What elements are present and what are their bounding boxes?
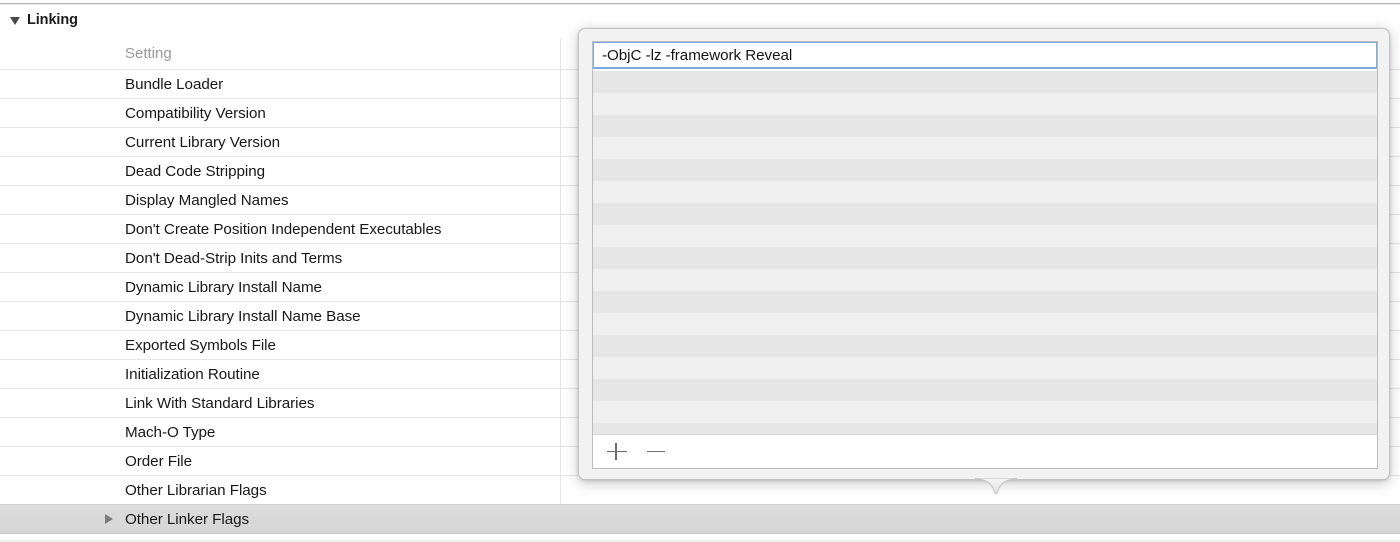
setting-label: Dynamic Library Install Name Base — [125, 307, 361, 325]
setting-label: Link With Standard Libraries — [125, 394, 315, 412]
setting-label: Mach-O Type — [125, 423, 216, 441]
popover-toolbar — [593, 434, 1377, 468]
setting-label: Initialization Routine — [125, 365, 260, 383]
setting-label: Bundle Loader — [125, 75, 224, 93]
top-divider-highlight — [0, 4, 1400, 5]
add-flag-button[interactable] — [604, 439, 630, 465]
column-divider — [560, 447, 561, 475]
disclosure-triangle-right-icon[interactable] — [105, 514, 113, 524]
setting-label: Other Linker Flags — [125, 510, 250, 528]
setting-label: Dead Code Stripping — [125, 162, 266, 180]
column-divider — [560, 331, 561, 359]
column-divider — [560, 389, 561, 417]
column-divider — [560, 273, 561, 301]
remove-flag-button[interactable] — [644, 439, 670, 465]
column-divider — [560, 360, 561, 388]
column-divider — [560, 244, 561, 272]
row-disclosure-slot — [0, 514, 125, 524]
setting-label: Exported Symbols File — [125, 336, 276, 354]
column-divider — [560, 418, 561, 446]
linker-flag-value-field[interactable]: -ObjC -lz -framework Reveal — [593, 42, 1377, 69]
linker-flags-popover: -ObjC -lz -framework Reveal — [578, 28, 1390, 480]
plus-icon-vertical — [615, 442, 617, 460]
setting-label: Dynamic Library Install Name — [125, 278, 322, 296]
group-title: Linking — [27, 12, 78, 28]
minus-icon — [647, 450, 665, 453]
disclosure-triangle-down-icon[interactable] — [10, 16, 20, 25]
popover-tail-icon — [975, 478, 1017, 495]
linker-flag-value-text: -ObjC -lz -framework Reveal — [602, 46, 793, 64]
plus-icon — [607, 450, 627, 453]
column-divider — [560, 186, 561, 214]
column-divider — [560, 215, 561, 243]
column-divider — [560, 70, 561, 98]
setting-label: Display Mangled Names — [125, 191, 289, 209]
setting-label: Other Librarian Flags — [125, 481, 267, 499]
column-header-setting: Setting — [125, 45, 172, 62]
column-divider — [560, 99, 561, 127]
empty-rows-area[interactable] — [593, 71, 1377, 434]
setting-label: Don't Dead-Strip Inits and Terms — [125, 249, 343, 267]
setting-label: Current Library Version — [125, 133, 281, 151]
linker-flags-list: -ObjC -lz -framework Reveal — [592, 41, 1378, 469]
column-divider — [560, 302, 561, 330]
build-settings-pane: Linking Setting Bundle Loader Compatibili… — [0, 0, 1400, 542]
column-divider — [560, 128, 561, 156]
setting-label: Compatibility Version — [125, 104, 266, 122]
column-divider — [560, 38, 561, 69]
column-divider — [560, 157, 561, 185]
group-header-linking[interactable]: Linking — [10, 10, 78, 30]
column-divider — [560, 476, 561, 504]
settings-row[interactable]: Other Linker Flags — [0, 504, 1400, 534]
setting-label: Order File — [125, 452, 193, 470]
setting-label: Don't Create Position Independent Execut… — [125, 220, 442, 238]
